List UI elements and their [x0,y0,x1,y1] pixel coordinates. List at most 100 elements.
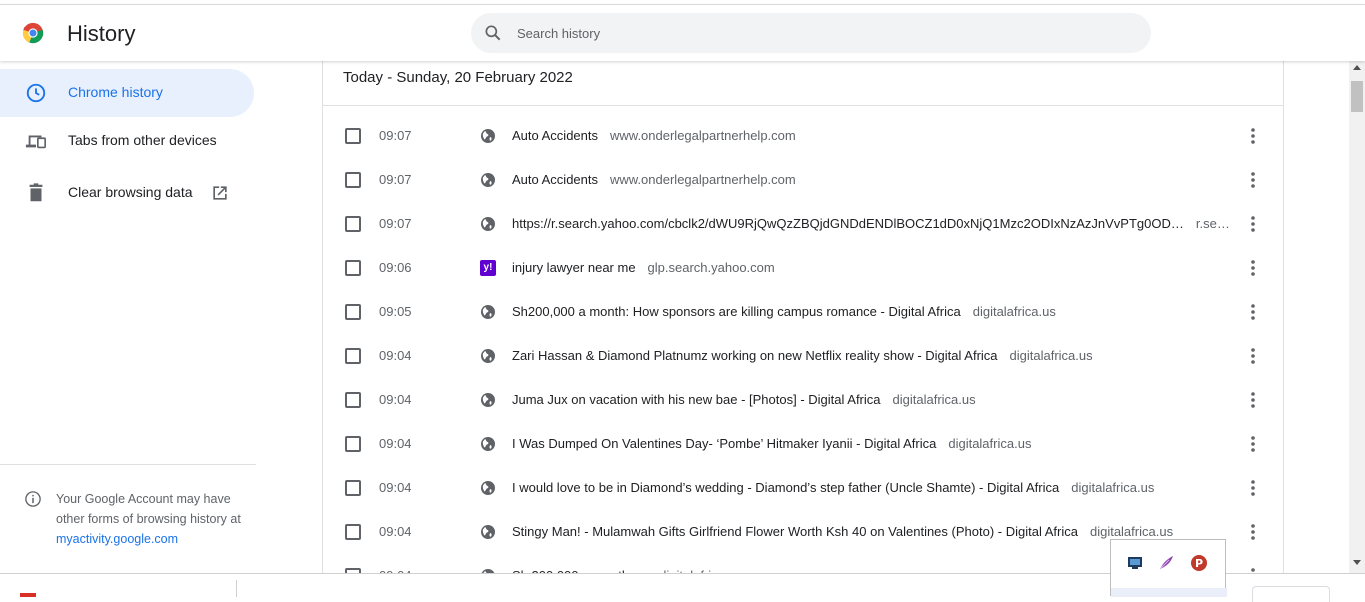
globe-icon [480,172,496,188]
search-icon [485,25,501,41]
entry-checkbox[interactable] [345,348,361,364]
more-actions-icon[interactable] [1243,522,1263,542]
entry-title-link[interactable]: Zari Hassan & Diamond Platnumz working o… [512,348,998,363]
sidebar: Chrome history Tabs from other devices C… [0,61,256,573]
entry-text: Stingy Man! - Mulamwah Gifts Girlfriend … [512,524,1232,539]
entry-title-link[interactable]: Auto Accidents [512,172,598,187]
history-entry-row[interactable]: 09:04 Juma Jux on vacation with his new b… [323,378,1283,422]
svg-text:P: P [1195,557,1203,570]
myactivity-link[interactable]: myactivity.google.com [56,532,178,546]
entry-title-link[interactable]: https://r.search.yahoo.com/cbclk2/dWU9Rj… [512,216,1184,231]
system-tray-popup: P [1110,539,1227,597]
entry-title-link[interactable]: I would love to be in Diamond’s wedding … [512,480,1059,495]
globe-icon [480,480,496,496]
history-entry-row[interactable]: 09:05 Sh200,000 a month: How sponsors are… [323,290,1283,334]
entry-text: Auto Accidents www.onderlegalpartnerhelp.… [512,172,1232,187]
history-entry-row[interactable]: 09:04 Zari Hassan & Diamond Platnumz work… [323,334,1283,378]
entry-text: Auto Accidents www.onderlegalpartnerhelp.… [512,128,1232,143]
entry-domain: www.onderlegalpartnerhelp.com [610,128,796,143]
entry-title-link[interactable]: Auto Accidents [512,128,598,143]
globe-icon [480,524,496,540]
entry-checkbox[interactable] [345,128,361,144]
history-entry-row[interactable]: 09:07 Auto Accidents www.onderlegalpartner… [323,114,1283,158]
entry-checkbox[interactable] [345,524,361,540]
more-actions-icon[interactable] [1243,214,1263,234]
history-list: 09:07 Auto Accidents www.onderlegalpartner… [323,114,1283,581]
entry-domain: www.onderlegalpartnerhelp.com [610,172,796,187]
scroll-up-arrow-icon[interactable] [1353,65,1361,70]
clock-icon [26,83,46,103]
entry-time: 09:05 [379,304,412,319]
card-divider [323,105,1283,106]
more-actions-icon[interactable] [1243,258,1263,278]
sidebar-item-tabs-from-other-devices[interactable]: Tabs from other devices [0,117,254,165]
downloads-separator [236,580,237,597]
open-in-new-icon [213,186,227,200]
globe-icon [480,216,496,232]
more-actions-icon[interactable] [1243,390,1263,410]
entry-checkbox[interactable] [345,480,361,496]
globe-icon [480,436,496,452]
more-actions-icon[interactable] [1243,126,1263,146]
entry-checkbox[interactable] [345,172,361,188]
history-main: Today - Sunday, 20 February 2022 09:07 Au… [256,61,1349,581]
pdf-file-icon[interactable] [20,593,36,597]
scrollbar-thumb[interactable] [1351,81,1363,112]
search-input[interactable] [517,13,1117,53]
entry-title-link[interactable]: Juma Jux on vacation with his new bae - … [512,392,881,407]
page-title: History [67,21,136,46]
more-actions-icon[interactable] [1243,478,1263,498]
devices-icon [25,135,46,149]
history-card: Today - Sunday, 20 February 2022 09:07 Au… [322,61,1284,581]
entry-domain: glp.search.yahoo.com [647,260,775,275]
p-app-icon[interactable]: P [1190,554,1208,572]
entry-checkbox[interactable] [345,216,361,232]
entry-domain: digitalafrica.us [972,304,1056,319]
globe-icon [480,348,496,364]
history-entry-row[interactable]: 09:07 Auto Accidents www.onderlegalpartner… [323,158,1283,202]
sidebar-item-clear-browsing-data[interactable]: Clear browsing data [0,169,254,217]
scrollbar[interactable] [1349,61,1365,573]
entry-checkbox[interactable] [345,436,361,452]
history-entry-row[interactable]: 09:04 I would love to be in Diamond’s wed… [323,466,1283,510]
entry-time: 09:07 [379,128,412,143]
more-actions-icon[interactable] [1243,346,1263,366]
entry-domain: digitalafrica.us [1071,480,1155,495]
entry-time: 09:04 [379,436,412,451]
entry-title-link[interactable]: Sh200,000 a month: How sponsors are kill… [512,304,961,319]
sidebar-item-label: Chrome history [68,84,163,100]
entry-checkbox[interactable] [345,304,361,320]
history-entry-row[interactable]: 09:04 I Was Dumped On Valentines Day- ‘Po… [323,422,1283,466]
entry-title-link[interactable]: Stingy Man! - Mulamwah Gifts Girlfriend … [512,524,1078,539]
feather-app-icon[interactable] [1157,554,1175,572]
show-all-button[interactable] [1252,586,1330,602]
history-entry-row[interactable]: 09:07 https://r.search.yahoo.com/cbclk2/d… [323,202,1283,246]
sidebar-item-label: Clear browsing data [68,184,193,200]
more-actions-icon[interactable] [1243,170,1263,190]
entry-title-link[interactable]: I Was Dumped On Valentines Day- ‘Pombe’ … [512,436,936,451]
chrome-logo-icon [22,22,44,44]
entry-domain: digitalafrica.us [892,392,976,407]
more-actions-icon[interactable] [1243,434,1263,454]
yahoo-icon: y! [480,260,496,276]
info-icon [25,491,41,507]
entry-text: Sh200,000 a month: How sponsors are kill… [512,304,1232,319]
sidebar-item-chrome-history[interactable]: Chrome history [0,69,254,117]
sidebar-divider [0,464,256,465]
network-app-icon[interactable] [1126,554,1144,572]
scroll-down-arrow-icon[interactable] [1353,560,1361,565]
globe-icon [480,304,496,320]
more-actions-icon[interactable] [1243,302,1263,322]
entry-text: injury lawyer near me glp.search.yahoo.co… [512,260,1232,275]
account-note-text: Your Google Account may have other forms… [56,492,241,546]
entry-domain: digitalafrica.us [1089,524,1174,539]
entry-domain: r.se… [1195,216,1230,231]
history-entry-row[interactable]: 09:06 y! injury lawyer near me glp.search.y… [323,246,1283,290]
entry-time: 09:07 [379,216,412,231]
entry-time: 09:07 [379,172,412,187]
search-box[interactable] [471,13,1151,53]
entry-checkbox[interactable] [345,260,361,276]
entry-title-link[interactable]: injury lawyer near me [512,260,636,275]
entry-domain: digitalafrica.us [948,436,1032,451]
entry-checkbox[interactable] [345,392,361,408]
